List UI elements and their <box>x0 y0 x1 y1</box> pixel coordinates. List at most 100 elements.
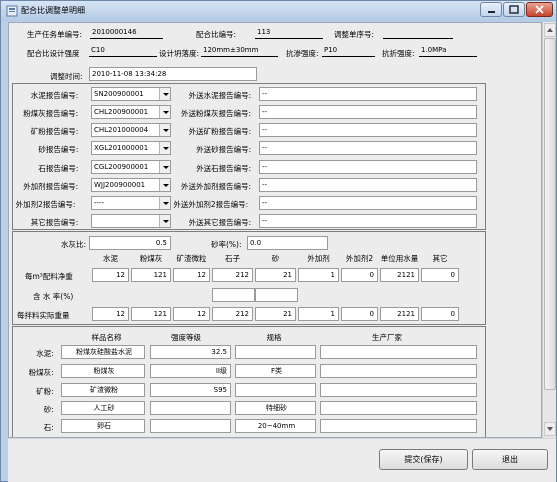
sample-maker-field[interactable] <box>320 364 477 378</box>
submit-button[interactable]: 提交(保存) <box>379 449 468 470</box>
out-report-field[interactable]: -- <box>259 160 477 174</box>
mix-net-weight-cell[interactable]: 121 <box>131 268 171 282</box>
out-report-field[interactable]: -- <box>259 105 477 119</box>
report-combo[interactable]: ---- <box>91 196 171 210</box>
mix-net-weight-cell[interactable]: 2121 <box>380 268 419 282</box>
out-report-field[interactable]: -- <box>259 178 477 192</box>
mix-actual-weight-cell[interactable]: 121 <box>131 307 171 321</box>
chevron-down-icon[interactable] <box>159 215 170 227</box>
mix-no-field[interactable]: 113 <box>255 27 323 39</box>
out-report-label: 外送石报告编号: <box>196 164 252 173</box>
chevron-down-icon[interactable] <box>159 106 170 118</box>
mix-net-weight-cell[interactable]: 21 <box>255 268 296 282</box>
report-combo-value: CHL201000004 <box>94 126 149 134</box>
report-label: 砂报告编号: <box>38 145 79 154</box>
out-report-field[interactable]: -- <box>259 87 477 101</box>
report-combo[interactable]: WJJ200900001 <box>91 178 171 192</box>
mix-net-weight-cell[interactable]: 12 <box>173 268 210 282</box>
window: 配合比调整单明细 生产任务单编号: 2010000146 配合比编号: 113 … <box>0 0 557 482</box>
sample-maker-field[interactable] <box>320 401 477 415</box>
flexural-field[interactable]: 1.0MPa <box>419 45 477 57</box>
chevron-down-icon[interactable] <box>159 179 170 191</box>
sample-grade-field[interactable] <box>150 419 231 433</box>
mix-column-header: 石子 <box>225 254 240 263</box>
sample-name-field[interactable]: 粉煤灰 <box>61 364 145 378</box>
mix-net-weight-cell[interactable]: 12 <box>92 268 129 282</box>
out-report-label: 外送矿粉报告编号: <box>188 127 252 136</box>
mix-actual-weight-cell[interactable]: 0 <box>421 307 459 321</box>
mix-actual-weight-cell[interactable]: 212 <box>212 307 253 321</box>
sample-grade-field[interactable]: S95 <box>150 383 231 397</box>
chevron-down-icon[interactable] <box>159 161 170 173</box>
mix-net-weight-cell[interactable]: 0 <box>341 268 378 282</box>
chevron-down-icon[interactable] <box>159 142 170 154</box>
maximize-button[interactable] <box>503 2 525 17</box>
sample-name-field[interactable]: 卵石 <box>61 419 145 433</box>
sample-spec-field[interactable] <box>235 345 316 359</box>
mix-column-header: 矿渣微粒 <box>176 254 207 263</box>
mix-net-weight-cell[interactable]: 0 <box>421 268 459 282</box>
chevron-down-icon[interactable] <box>159 88 170 100</box>
mix-actual-weight-cell[interactable]: 2121 <box>380 307 419 321</box>
report-combo[interactable]: CHL200900001 <box>91 105 171 119</box>
report-combo[interactable]: CGL200900001 <box>91 160 171 174</box>
impermeability-field[interactable]: P10 <box>322 45 375 57</box>
vertical-scrollbar[interactable] <box>542 22 556 438</box>
sample-maker-field[interactable] <box>320 419 477 433</box>
form-area: 生产任务单编号: 2010000146 配合比编号: 113 调整单序号: 配合… <box>8 22 542 438</box>
sand-field[interactable]: 0.0 <box>247 236 328 250</box>
out-report-field[interactable]: -- <box>259 123 477 137</box>
chevron-down-icon[interactable] <box>159 124 170 136</box>
report-combo[interactable]: SN200900001 <box>91 87 171 101</box>
out-report-label: 外送外加剂报告编号: <box>181 182 252 191</box>
adjust-no-field[interactable] <box>383 27 453 39</box>
minimize-button[interactable] <box>480 2 502 17</box>
sample-spec-field[interactable]: F类 <box>235 364 316 378</box>
mix-actual-weight-cell[interactable]: 0 <box>341 307 378 321</box>
sample-maker-field[interactable] <box>320 345 477 359</box>
sample-name-field[interactable]: 矿渣微粉 <box>61 383 145 397</box>
sample-name-field[interactable]: 人工砂 <box>61 401 145 415</box>
sample-header: 强度等级 <box>171 333 201 342</box>
moisture-stone-cell[interactable] <box>212 288 255 302</box>
mix-net-weight-cell[interactable]: 1 <box>298 268 339 282</box>
sample-spec-field[interactable]: 特细砂 <box>235 401 316 415</box>
report-combo[interactable] <box>91 214 171 228</box>
out-report-field[interactable]: -- <box>259 141 477 155</box>
moisture-label: 含 水 率(%) <box>33 292 74 301</box>
task-no-field[interactable]: 2010000146 <box>90 27 163 39</box>
wc-field[interactable]: 0.5 <box>89 236 171 250</box>
sample-maker-field[interactable] <box>320 383 477 397</box>
scroll-thumb[interactable] <box>544 38 556 390</box>
scroll-up-button[interactable] <box>544 23 556 37</box>
mix-actual-weight-cell[interactable]: 12 <box>173 307 210 321</box>
report-combo[interactable]: CHL201000004 <box>91 123 171 137</box>
report-combo[interactable]: XGL201000001 <box>91 141 171 155</box>
mix-actual-weight-cell[interactable]: 1 <box>298 307 339 321</box>
mix-actual-weight-cell[interactable]: 12 <box>92 307 129 321</box>
sample-grade-field[interactable] <box>150 401 231 415</box>
report-label: 外加剂报告编号: <box>23 182 79 191</box>
arrow-up-icon <box>547 28 553 32</box>
sample-grade-field[interactable]: 32.5 <box>150 345 231 359</box>
scroll-down-button[interactable] <box>544 422 556 436</box>
maximize-icon <box>509 5 519 14</box>
minimize-icon <box>488 11 495 13</box>
design-strength-field[interactable]: C10 <box>89 45 157 57</box>
sample-spec-field[interactable] <box>235 383 316 397</box>
app-icon <box>6 5 18 17</box>
chevron-down-icon[interactable] <box>159 197 170 209</box>
sample-spec-field[interactable]: 20~40mm <box>235 419 316 433</box>
mix-actual-weight-cell[interactable]: 21 <box>255 307 296 321</box>
slump-field[interactable]: 120mm±30mm <box>201 45 278 57</box>
out-report-field[interactable]: -- <box>259 196 477 210</box>
close-button[interactable] <box>526 2 553 17</box>
exit-button[interactable]: 退出 <box>472 449 548 470</box>
out-report-field[interactable]: -- <box>259 214 477 228</box>
sample-grade-field[interactable]: II级 <box>150 364 231 378</box>
adjust-time-field[interactable]: 2010-11-08 13:34:28 <box>89 67 257 81</box>
mix-net-weight-cell[interactable]: 212 <box>212 268 253 282</box>
sample-name-field[interactable]: 粉煤灰硅酸盐水泥 <box>61 345 145 359</box>
report-combo-value: SN200900001 <box>94 90 144 98</box>
moisture-sand-cell[interactable] <box>255 288 298 302</box>
